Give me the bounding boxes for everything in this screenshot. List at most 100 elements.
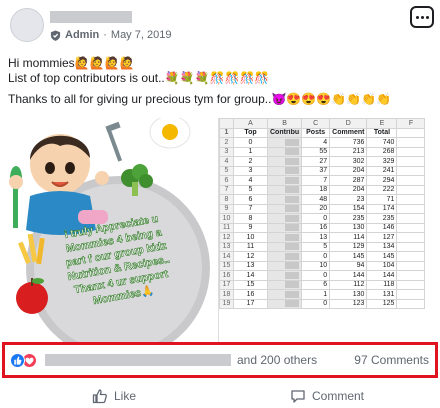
- reactions-others-count[interactable]: and 200 others: [237, 353, 317, 367]
- redaction-block: [285, 214, 300, 222]
- table-cell: 5: [301, 241, 331, 252]
- comment-button[interactable]: Comment: [290, 388, 364, 404]
- table-cell: 154: [329, 203, 368, 214]
- column-letters-row: A B C D E F: [219, 118, 426, 129]
- table-cell: 6: [233, 194, 268, 205]
- column-letter: A: [233, 118, 268, 129]
- table-cell: 130: [329, 289, 368, 300]
- table-cell: 294: [366, 175, 398, 186]
- table-cell: 4: [301, 137, 331, 148]
- reaction-icons[interactable]: [10, 353, 37, 368]
- dot-icon: [415, 15, 419, 19]
- redaction-block: [285, 243, 300, 251]
- table-row: 10 8 0 235 235: [219, 213, 426, 224]
- table-cell: 15: [233, 279, 268, 290]
- row-number: 3: [219, 146, 234, 157]
- redaction-block: [285, 271, 300, 279]
- table-cell: 287: [329, 175, 368, 186]
- comments-count-link[interactable]: 97 Comments: [354, 353, 429, 367]
- row-number: 2: [219, 137, 234, 148]
- row-number: 12: [219, 232, 234, 243]
- empty-cell: [396, 251, 426, 262]
- more-options-button[interactable]: [410, 6, 434, 28]
- row-number: 9: [219, 203, 234, 214]
- header-cell: Contribu: [266, 127, 303, 138]
- avatar[interactable]: [10, 8, 44, 42]
- redaction-block: [285, 224, 300, 232]
- table-cell: 146: [366, 222, 398, 233]
- table-cell: 134: [366, 241, 398, 252]
- empty-cell: [396, 184, 426, 195]
- table-row: 9 7 20 154 174: [219, 203, 426, 214]
- table-row: 3 1 55 213 268: [219, 146, 426, 157]
- table-cell: 112: [329, 279, 368, 290]
- table-cell: 144: [366, 270, 398, 281]
- row-number: 18: [219, 289, 234, 300]
- table-cell: 329: [366, 156, 398, 167]
- empty-cell: [396, 289, 426, 300]
- table-cell: 4: [233, 175, 268, 186]
- empty-cell: [396, 260, 426, 271]
- table-cell: 2: [233, 156, 268, 167]
- redacted-name-cell: [266, 203, 303, 214]
- like-button[interactable]: Like: [92, 388, 136, 404]
- table-cell: 235: [366, 213, 398, 224]
- row-number: 7: [219, 184, 234, 195]
- empty-cell: [396, 241, 426, 252]
- table-cell: 213: [329, 146, 368, 157]
- table-row: 8 6 48 23 71: [219, 194, 426, 205]
- table-cell: 302: [329, 156, 368, 167]
- table-cell: 145: [366, 251, 398, 262]
- header-cell: Top: [233, 127, 268, 138]
- table-cell: 0: [233, 137, 268, 148]
- row-number: 11: [219, 222, 234, 233]
- header-cell: Comment: [329, 127, 368, 138]
- row-number: 17: [219, 279, 234, 290]
- redacted-name-cell: [266, 165, 303, 176]
- empty-cell: [396, 146, 426, 157]
- redacted-name-cell: [266, 289, 303, 300]
- table-cell: 736: [329, 137, 368, 148]
- appreciation-image[interactable]: i truly Appreciate u Mommies 4 being a p…: [0, 118, 216, 342]
- row-number: 10: [219, 213, 234, 224]
- table-row: 17 15 6 112 118: [219, 279, 426, 290]
- author-name-redacted[interactable]: [50, 11, 132, 23]
- table-cell: 6: [301, 279, 331, 290]
- comment-label: Comment: [312, 389, 365, 403]
- column-letter: B: [266, 118, 303, 129]
- kid-eating-illustration: i truly Appreciate u Mommies 4 being a p…: [9, 118, 210, 342]
- post-media: i truly Appreciate u Mommies 4 being a p…: [0, 118, 440, 342]
- table-cell: 94: [329, 260, 368, 271]
- table-cell: 0: [301, 213, 331, 224]
- redacted-name-cell: [266, 137, 303, 148]
- table-cell: 131: [366, 289, 398, 300]
- redacted-name-cell: [266, 222, 303, 233]
- author-role[interactable]: Admin: [65, 29, 99, 41]
- table-cell: 145: [329, 251, 368, 262]
- table-cell: 129: [329, 241, 368, 252]
- table-cell: 204: [329, 165, 368, 176]
- empty-cell: [396, 298, 426, 309]
- contributors-spreadsheet-image[interactable]: A B C D E F 1 Top Contribu Posts Comment…: [218, 118, 440, 342]
- like-reaction-icon: [10, 353, 25, 368]
- table-row: 11 9 16 130 146: [219, 222, 426, 233]
- table-row: 19 17 0 123 125: [219, 298, 426, 309]
- reactor-names-redacted[interactable]: [45, 354, 231, 366]
- redacted-name-cell: [266, 156, 303, 167]
- table-cell: 27: [301, 156, 331, 167]
- thumbs-up-icon: [92, 389, 107, 404]
- table-cell: 1: [233, 146, 268, 157]
- post-date[interactable]: May 7, 2019: [111, 29, 172, 41]
- row-number: 4: [219, 156, 234, 167]
- column-letter: C: [301, 118, 331, 129]
- redaction-block: [285, 167, 300, 175]
- empty-cell: [396, 137, 426, 148]
- empty-cell: [396, 232, 426, 243]
- redaction-block: [285, 290, 300, 298]
- table-cell: 71: [366, 194, 398, 205]
- spreadsheet: A B C D E F 1 Top Contribu Posts Comment…: [219, 118, 426, 309]
- empty-cell: [396, 175, 426, 186]
- table-cell: 13: [233, 260, 268, 271]
- table-cell: 130: [329, 222, 368, 233]
- empty-cell: [396, 165, 426, 176]
